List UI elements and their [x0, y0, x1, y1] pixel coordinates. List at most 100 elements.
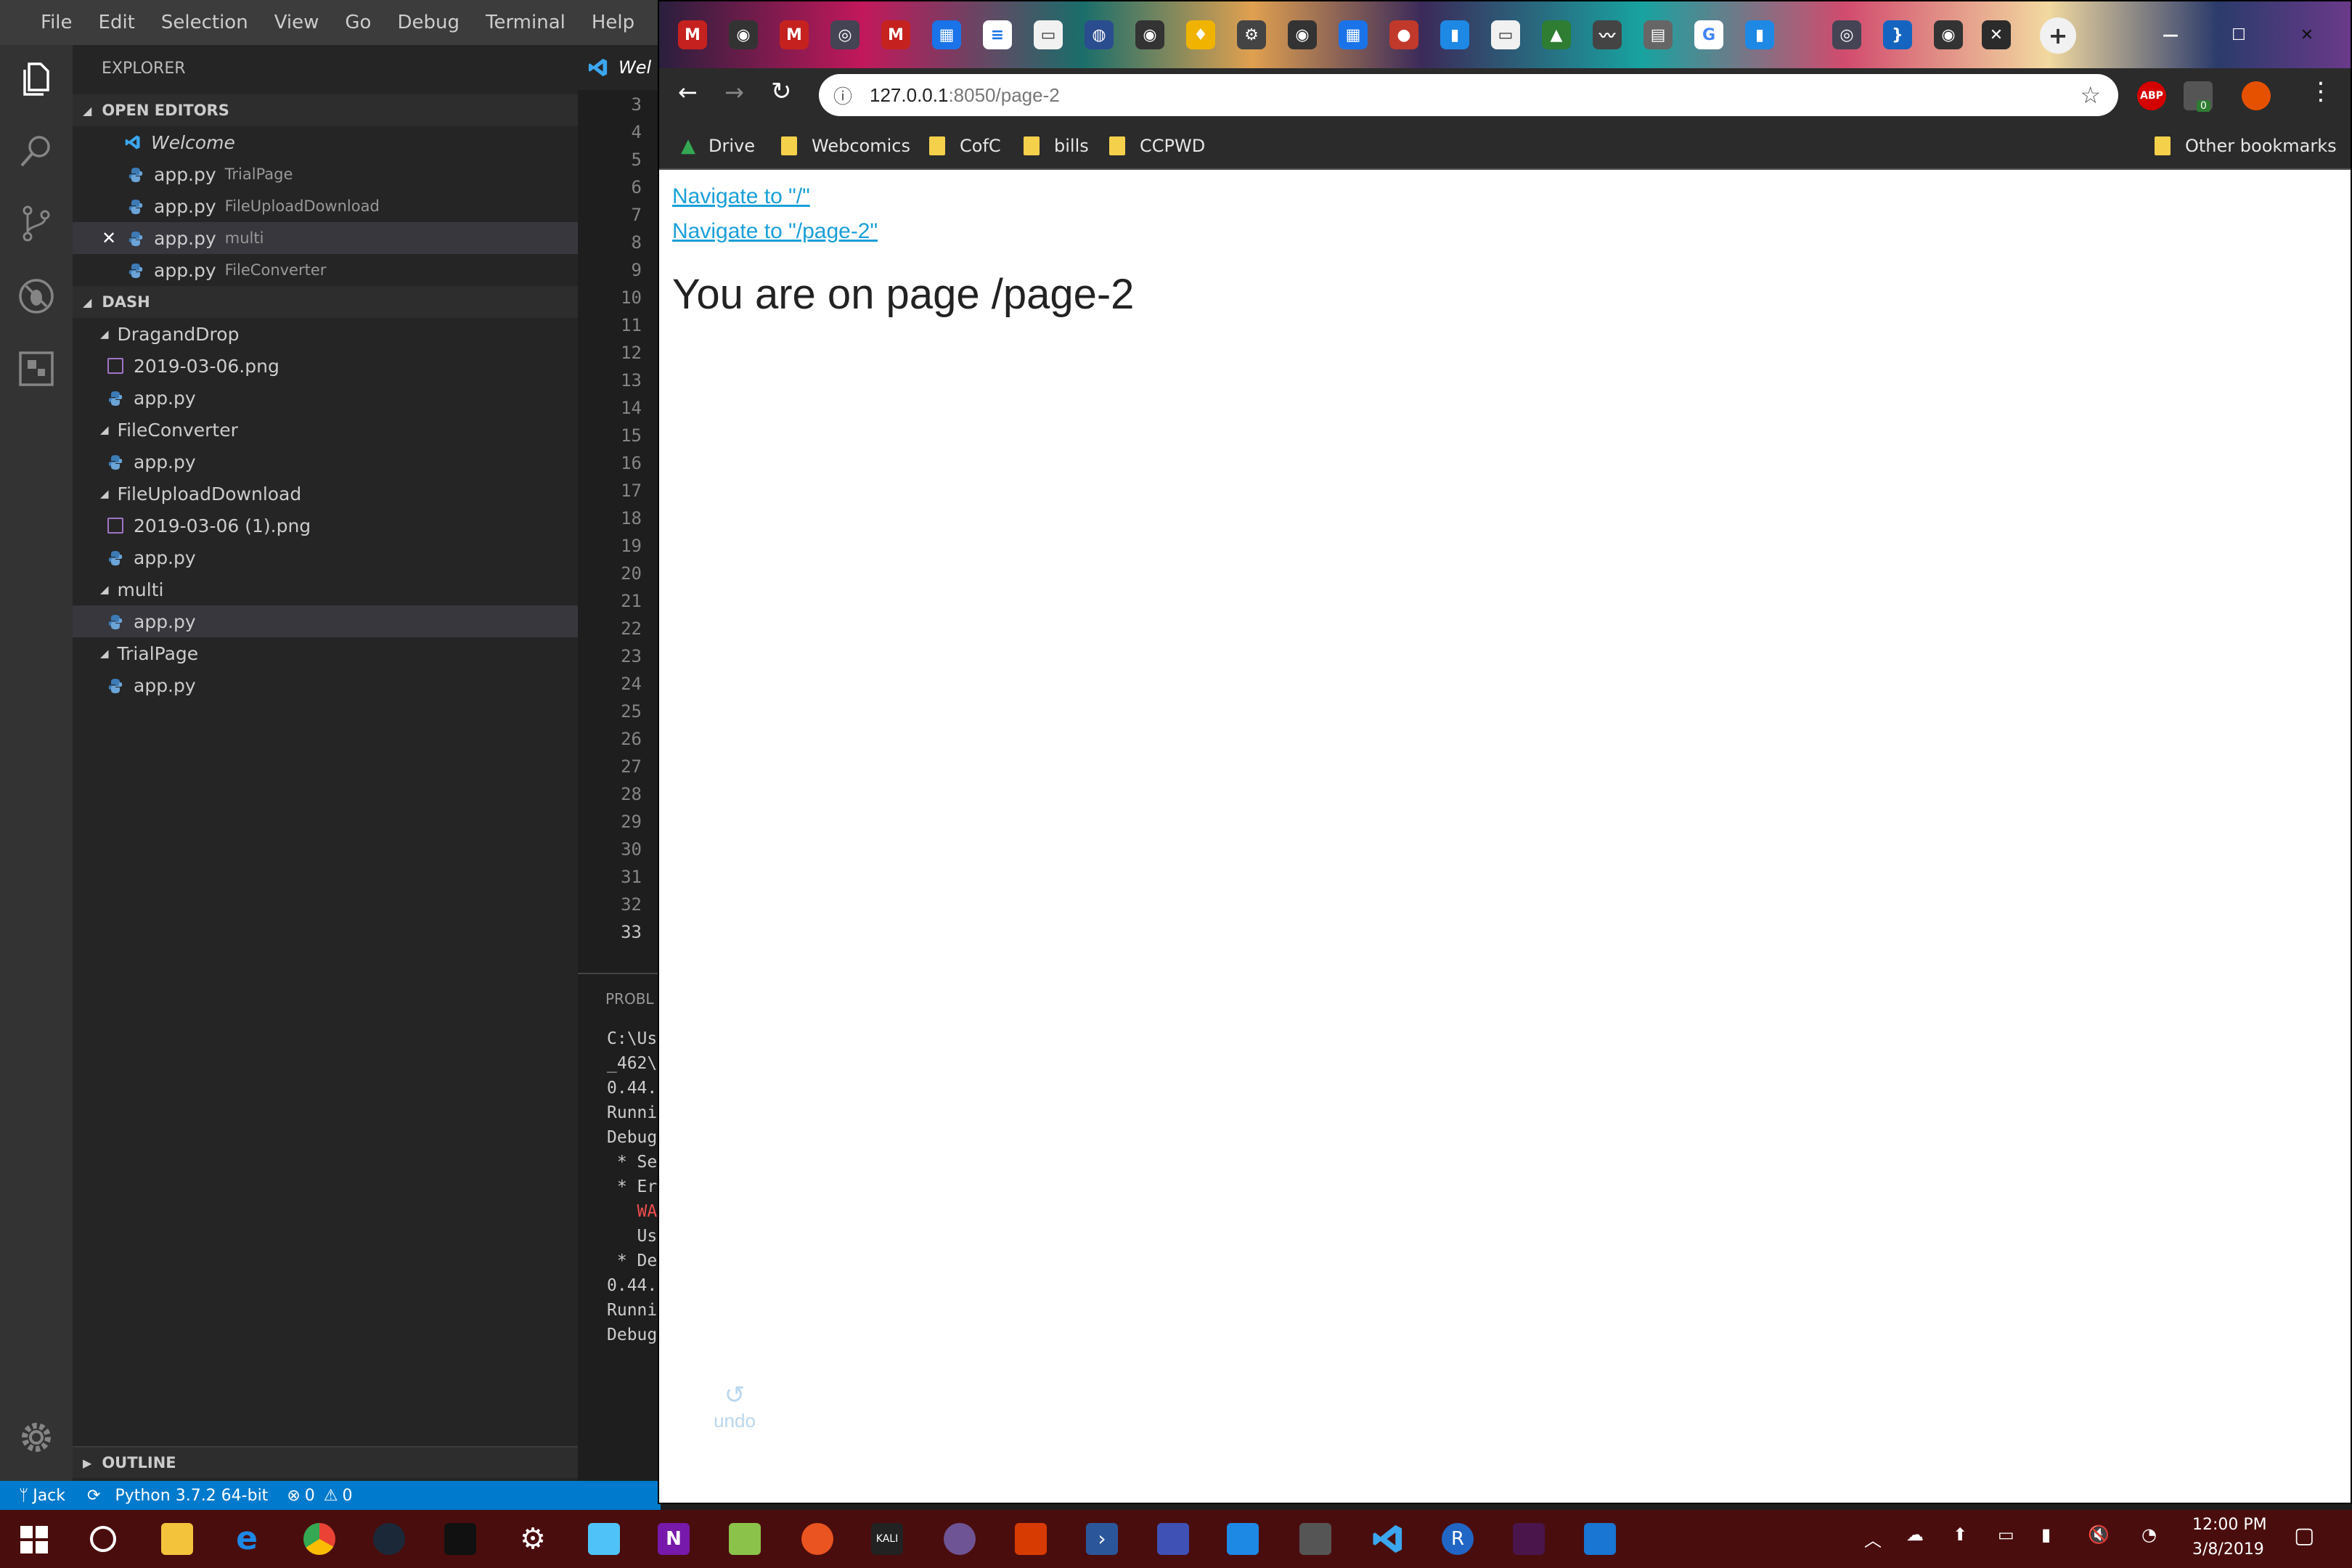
snipping-tool-icon[interactable]: [1299, 1523, 1331, 1555]
github-tab-icon[interactable]: ◉: [1934, 20, 1963, 49]
minimize-window-icon[interactable]: —: [2156, 20, 2185, 49]
file-item[interactable]: app.py: [73, 446, 578, 478]
workspace-header[interactable]: ◢ DASH: [73, 286, 578, 318]
store-icon[interactable]: [588, 1523, 620, 1555]
notepad-icon[interactable]: [729, 1523, 761, 1555]
bookmark-tab-icon[interactable]: ♦: [1186, 20, 1215, 49]
github-tab-icon[interactable]: ◉: [1288, 20, 1317, 49]
menu-view[interactable]: View: [274, 12, 319, 33]
menu-terminal[interactable]: Terminal: [486, 12, 565, 33]
panel-tab-problems[interactable]: PROBL: [605, 990, 654, 1008]
forward-arrow-icon[interactable]: →: [724, 78, 744, 106]
show-hidden-icons-icon[interactable]: ︿: [1864, 1526, 1882, 1551]
wireshark-icon[interactable]: [1584, 1523, 1616, 1555]
dash-undo-button[interactable]: ↺ undo: [698, 1381, 771, 1432]
volume-muted-icon[interactable]: 🔇: [2088, 1524, 2110, 1545]
folder-item[interactable]: ◢ DragandDrop: [73, 318, 578, 350]
file-item[interactable]: app.py: [73, 542, 578, 573]
folder-item[interactable]: ◢ TrialPage: [73, 637, 578, 669]
red-circle-tab-icon[interactable]: ●: [1389, 20, 1418, 49]
ubuntu-icon[interactable]: [801, 1523, 833, 1555]
open-editors-header[interactable]: ◢ OPEN EDITORS: [73, 94, 578, 126]
close-window-icon[interactable]: ✕: [2292, 20, 2322, 49]
onedrive-cloud-icon[interactable]: ☁: [1906, 1524, 1924, 1545]
other-bookmarks[interactable]: Other bookmarks: [2155, 122, 2337, 170]
vscode-taskbar-icon[interactable]: [1372, 1523, 1404, 1555]
settings-gear-icon[interactable]: ⚙: [517, 1523, 549, 1555]
menu-go[interactable]: Go: [345, 12, 371, 33]
close-icon[interactable]: ✕: [102, 228, 116, 248]
github-tab-icon[interactable]: ◉: [1135, 20, 1164, 49]
status-warnings[interactable]: 0: [342, 1487, 352, 1505]
clock-time[interactable]: 12:00 PM: [2192, 1516, 2267, 1534]
menu-help[interactable]: Help: [592, 12, 634, 33]
github-tab-icon[interactable]: ◉: [729, 20, 758, 49]
windows-start-icon[interactable]: [20, 1526, 48, 1553]
edge-browser-icon[interactable]: e: [231, 1523, 263, 1555]
tab-close-icon[interactable]: ✕: [1982, 20, 2011, 49]
slack-icon[interactable]: [1513, 1523, 1545, 1555]
kali-linux-icon[interactable]: KALI: [871, 1523, 903, 1555]
battery-icon[interactable]: ▮: [2041, 1524, 2051, 1545]
adblock-extension-icon[interactable]: ABP: [2137, 81, 2166, 110]
google-tab-icon[interactable]: G: [1694, 20, 1723, 49]
clock-date[interactable]: 3/8/2019: [2192, 1540, 2264, 1559]
open-editor-item[interactable]: app.py TrialPage: [73, 158, 578, 190]
doc-tab-icon[interactable]: ≡: [983, 20, 1012, 49]
page-tab-icon[interactable]: ▭: [1034, 20, 1063, 49]
cortana-search-icon[interactable]: [90, 1526, 116, 1552]
github-desktop-icon[interactable]: [944, 1523, 976, 1555]
action-center-icon[interactable]: ▢: [2294, 1523, 2314, 1548]
remote-desktop-icon[interactable]: [1227, 1523, 1259, 1555]
info-icon[interactable]: ⓘ: [833, 82, 852, 109]
drive-tab-icon[interactable]: ▲: [1542, 20, 1571, 49]
file-item[interactable]: 2019-03-06.png: [73, 350, 578, 382]
powershell-icon[interactable]: ›: [1086, 1523, 1118, 1555]
network-icon[interactable]: [1157, 1523, 1189, 1555]
grid-app-tab-icon[interactable]: ▦: [1339, 20, 1368, 49]
grid-app-tab-icon[interactable]: ▦: [932, 20, 961, 49]
maximize-window-icon[interactable]: ☐: [2224, 20, 2253, 49]
steam-icon[interactable]: [373, 1523, 405, 1555]
chrome-menu-icon[interactable]: ⋮: [2308, 77, 2333, 106]
open-editor-item[interactable]: app.py FileConverter: [73, 254, 578, 286]
explorer-files-icon[interactable]: [16, 58, 57, 99]
bookmark-cofc[interactable]: CofC: [929, 122, 1001, 170]
menu-selection[interactable]: Selection: [161, 12, 248, 33]
bookmark-ccpwd[interactable]: CCPWD: [1109, 122, 1205, 170]
open-editor-item-active[interactable]: ✕ app.py multi: [73, 222, 578, 254]
file-explorer-icon[interactable]: [161, 1523, 193, 1555]
onenote-icon[interactable]: N: [658, 1523, 690, 1555]
cloud-upload-icon[interactable]: ⬆: [1953, 1524, 1967, 1545]
chrome-icon[interactable]: [303, 1523, 335, 1555]
office-icon[interactable]: [1015, 1523, 1047, 1555]
chart-tab-icon[interactable]: ▮: [1745, 20, 1774, 49]
outline-header[interactable]: ▶ OUTLINE: [73, 1446, 578, 1478]
chart-tab-icon[interactable]: ▮: [1440, 20, 1469, 49]
extensions-icon[interactable]: [16, 348, 57, 389]
file-item[interactable]: 2019-03-06 (1).png: [73, 510, 578, 542]
atom-editor-icon[interactable]: [444, 1523, 476, 1555]
file-item-selected[interactable]: app.py: [73, 605, 578, 637]
target-tab-icon[interactable]: ◎: [1832, 20, 1861, 49]
settings-tab-icon[interactable]: ⚙: [1237, 20, 1266, 49]
source-control-icon[interactable]: [16, 203, 57, 244]
globe-tab-icon[interactable]: ◍: [1085, 20, 1114, 49]
settings-gear-icon[interactable]: [16, 1417, 57, 1458]
editor-tab-welcome[interactable]: Wel: [588, 45, 651, 90]
back-arrow-icon[interactable]: ←: [678, 78, 698, 106]
menu-edit[interactable]: Edit: [99, 12, 135, 33]
gmail-tab-icon[interactable]: M: [678, 20, 707, 49]
search-icon[interactable]: [16, 131, 57, 171]
gmail-tab-icon[interactable]: M: [780, 20, 809, 49]
display-icon[interactable]: ▭: [1998, 1524, 2014, 1545]
nav-link-home[interactable]: Navigate to "/": [672, 184, 810, 209]
new-tab-button[interactable]: +: [2040, 17, 2076, 54]
bookmark-webcomics[interactable]: Webcomics: [781, 122, 910, 170]
address-bar[interactable]: ⓘ 127.0.0.1:8050/page-2 ☆: [819, 74, 2118, 116]
bookmark-star-icon[interactable]: ☆: [2080, 81, 2101, 109]
open-editor-item[interactable]: Welcome: [73, 126, 578, 158]
folder-item[interactable]: ◢ FileUploadDownload: [73, 478, 578, 510]
file-item[interactable]: app.py: [73, 382, 578, 414]
bookmark-bills[interactable]: bills: [1024, 122, 1089, 170]
